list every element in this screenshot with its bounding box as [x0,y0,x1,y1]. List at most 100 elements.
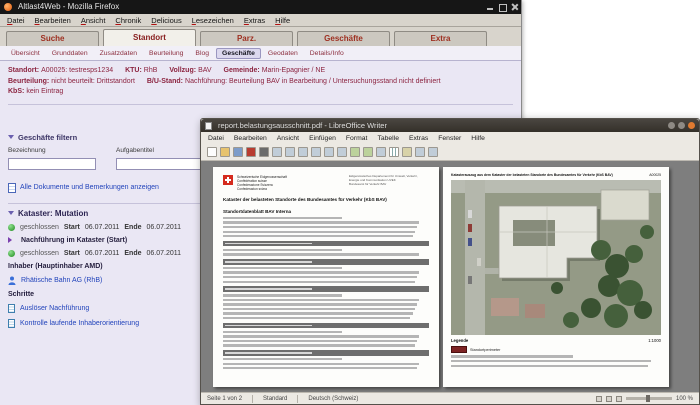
text-line-skeleton [223,357,343,361]
menu-fenster[interactable]: Fenster [433,135,466,142]
aufgabentitel-input[interactable] [116,158,204,170]
hyperlink-icon[interactable] [375,147,386,157]
print-icon[interactable] [258,147,269,157]
tab-extra[interactable]: Extra [394,31,487,46]
close-icon[interactable] [510,3,518,11]
menu-extras[interactable]: Extras [239,16,270,25]
nachfuehrung-link[interactable]: Nachführung im Kataster (Start) [21,237,127,244]
subtab-beurteilung[interactable]: Beurteilung [144,49,188,58]
department-block: Eidgenössisches Departement für Umwelt, … [349,174,429,186]
owner-link[interactable]: Rhätische Bahn AG (RhB) [21,277,102,284]
zoom-slider[interactable] [625,395,672,402]
tab-geschaefte[interactable]: Geschäfte [297,31,390,46]
all-documents-link[interactable]: Alle Dokumente und Bemerkungen anzeigen [20,184,159,191]
menu-datei[interactable]: Datei [203,135,229,142]
status-row: geschlossen Start 06.07.2011 Ende 06.07.… [8,223,208,231]
end-label: Ende [124,249,142,257]
section-header-bar [223,322,429,329]
navigator-icon[interactable] [414,147,425,157]
minimize-icon[interactable] [486,3,494,11]
menu-extras[interactable]: Extras [404,135,433,142]
subtab-uebersicht[interactable]: Übersicht [6,49,45,58]
tab-parz[interactable]: Parz. [200,31,293,46]
firefox-titlebar[interactable]: Altlast4Web - Mozilla Firefox [0,0,521,14]
menu-lesezeichen[interactable]: Lesezeichen [187,16,239,25]
firefox-window-title: Altlast4Web - Mozilla Firefox [18,2,120,11]
bezeichnung-input[interactable] [8,158,96,170]
subtab-blog[interactable]: Blog [190,49,214,58]
menu-hilfe[interactable]: Hilfe [466,135,490,142]
redo-icon[interactable] [362,147,373,157]
menu-einfuegen[interactable]: Einfügen [304,135,341,142]
undo-icon[interactable] [349,147,360,157]
menu-hilfe[interactable]: Hilfe [270,16,295,25]
section-header-bar [223,259,429,265]
text-line-skeleton [223,225,417,229]
statusbar-style[interactable]: Standard [263,396,287,402]
menu-format[interactable]: Format [341,135,373,142]
find-icon[interactable] [401,147,412,157]
zoom-slider-thumb[interactable] [645,395,650,402]
step1-link[interactable]: Auslöser Nachführung [20,305,89,312]
writer-window-title: report.belastungsausschnitt.pdf - LibreO… [218,121,387,130]
subtab-geodaten[interactable]: Geodaten [263,49,303,58]
multi-page-view-icon[interactable] [605,395,612,402]
statusbar-zoom-area: 100 % [595,395,693,402]
cut-icon[interactable] [297,147,308,157]
tab-standort[interactable]: Standort [103,29,196,46]
statusbar-language[interactable]: Deutsch (Schweiz) [308,396,358,402]
spellcheck-icon[interactable] [284,147,295,157]
body-text-block [223,266,429,283]
standort-header-line3: KbS: kein Eintrag [8,87,513,98]
menu-tabelle[interactable]: Tabelle [372,135,404,142]
open-icon[interactable] [219,147,230,157]
clone-format-icon[interactable] [336,147,347,157]
export-pdf-icon[interactable] [245,147,256,157]
page-2: Katasterauszug aus dem Kataster der bela… [443,167,669,387]
menu-ansicht[interactable]: Ansicht [272,135,304,142]
document-area[interactable]: Schweizerische Eidgenossenschaft Confédé… [201,161,699,392]
paste-icon[interactable] [323,147,334,157]
text-line-skeleton [223,253,419,256]
menu-datei[interactable]: Datei [2,16,30,25]
text-line-skeleton [223,303,417,306]
subtab-geschaefte[interactable]: Geschäfte [216,47,261,59]
save-icon[interactable] [232,147,243,157]
label-ktu: KTU: [125,67,142,74]
menu-ansicht[interactable]: Ansicht [76,16,111,25]
print-preview-icon[interactable] [271,147,282,157]
zoom-level[interactable]: 100 % [676,396,693,402]
writer-titlebar[interactable]: report.belastungsausschnitt.pdf - LibreO… [201,119,699,132]
maximize-icon[interactable] [678,122,685,129]
tab-suche[interactable]: Suche [6,31,99,46]
expand-icon[interactable] [8,237,12,243]
menu-bearbeiten[interactable]: Bearbeiten [229,135,272,142]
menu-delicious[interactable]: Delicious [146,16,186,25]
book-view-icon[interactable] [615,395,622,402]
table-icon[interactable] [388,147,399,157]
statusbar-page[interactable]: Seite 1 von 2 [207,396,242,402]
perimeter-swatch-icon [451,346,467,354]
standort-header-line1: Standort: A00025: testresps1234 KTU: RhB V… [8,66,513,77]
documents-icon [8,182,16,193]
menu-chronik[interactable]: Chronik [110,16,146,25]
step2-link[interactable]: Kontrolle laufende Inhaberorientierung [20,320,139,327]
text-line-skeleton [223,298,419,302]
zoom-icon[interactable] [427,147,438,157]
minimize-icon[interactable] [668,122,675,129]
menu-bearbeiten[interactable]: Bearbeiten [30,16,76,25]
copy-icon[interactable] [310,147,321,157]
maximize-icon[interactable] [498,3,507,12]
subtab-zusatzdaten[interactable]: Zusatzdaten [95,49,142,58]
text-line-skeleton [223,362,419,365]
new-doc-icon[interactable] [206,147,217,157]
app-subtabbar: Übersicht Grunddaten Zusatzdaten Beurtei… [0,46,521,61]
subtab-details-info[interactable]: Details/Info [305,49,349,58]
collapse-icon [8,135,14,139]
close-icon[interactable] [688,122,695,129]
report-title-line1: Kataster der belasteten Standorte des Bu… [223,197,387,202]
end-date: 06.07.2011 [146,249,182,257]
single-page-view-icon[interactable] [595,395,602,402]
bezeichnung-label: Bezeichnung [8,146,46,154]
subtab-grunddaten[interactable]: Grunddaten [47,49,93,58]
